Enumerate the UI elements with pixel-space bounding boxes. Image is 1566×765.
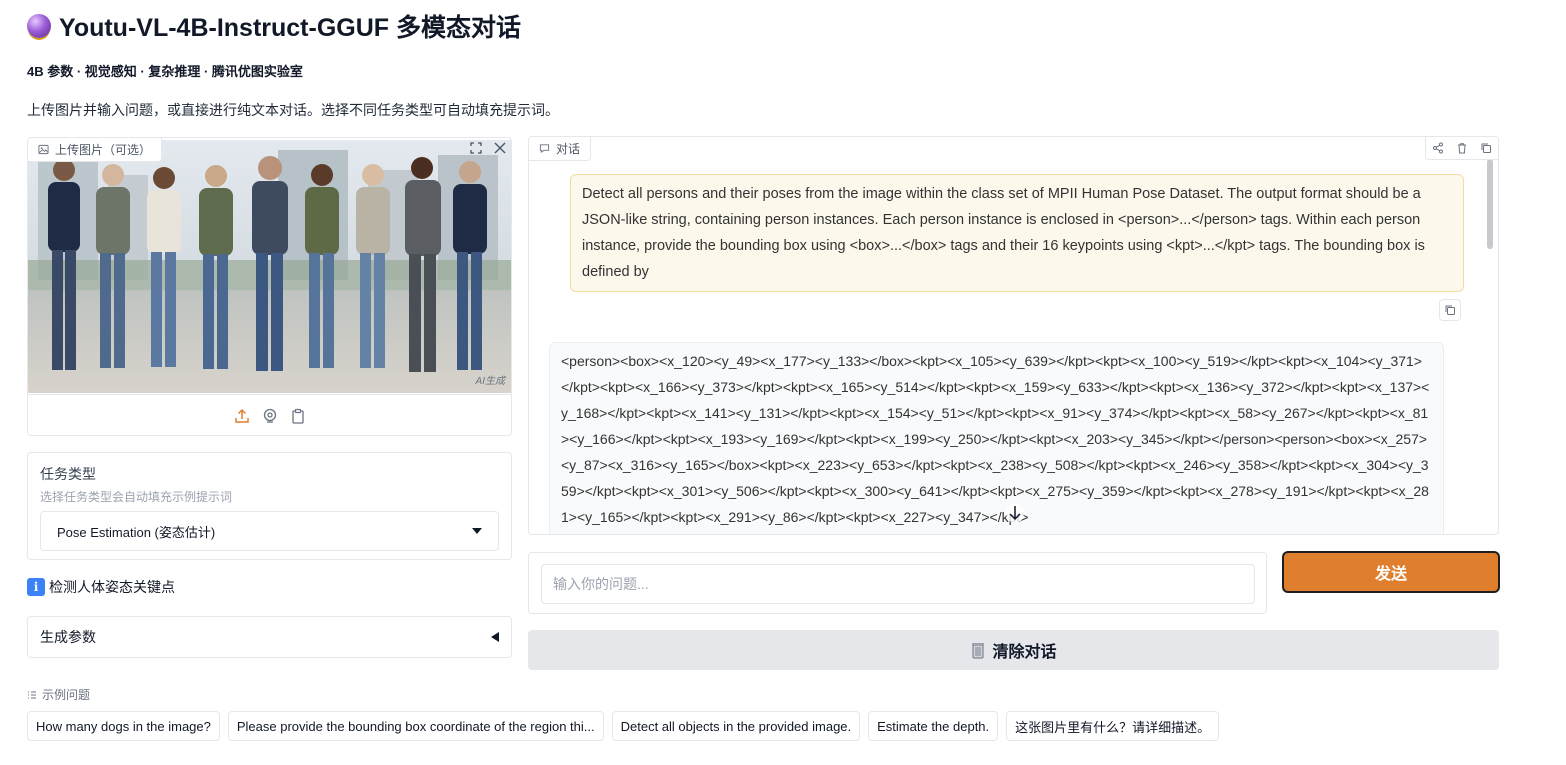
task-type-selected: Pose Estimation (姿态估计) — [57, 524, 216, 540]
example-question[interactable]: How many dogs in the image? — [27, 711, 220, 741]
image-upload-label-text: 上传图片（可选） — [55, 143, 152, 157]
ai-generated-watermark: AI生成 — [475, 376, 505, 387]
page-subtitle: 4B 参数 · 视觉感知 · 复杂推理 · 腾讯优图实验室 — [27, 64, 303, 79]
task-type-hint: 选择任务类型会自动填充示例提示词 — [40, 490, 233, 504]
examples-label-text: 示例问题 — [42, 688, 91, 702]
chatbot-panel: 对话 Detect all persons and their poses fr… — [528, 136, 1499, 535]
clipboard-icon[interactable] — [290, 408, 306, 424]
copy-message-button[interactable] — [1439, 299, 1461, 321]
image-upload-label: 上传图片（可选） — [28, 138, 163, 162]
page-title-text: Youtu-VL-4B-Instruct-GGUF 多模态对话 — [59, 14, 521, 42]
list-icon — [28, 691, 36, 698]
image-upload-panel[interactable]: 上传图片（可选） AI生成 — [27, 137, 512, 436]
trash-icon — [972, 643, 985, 659]
task-type-label: 任务类型 — [40, 466, 96, 482]
task-info: i 检测人体姿态关键点 — [27, 577, 175, 597]
page-description: 上传图片并输入问题，或直接进行纯文本对话。选择不同任务类型可自动填充提示词。 — [27, 102, 559, 118]
share-icon[interactable] — [1426, 137, 1450, 159]
clear-chat-label: 清除对话 — [992, 644, 1057, 661]
user-message: Detect all persons and their poses from … — [570, 174, 1464, 292]
image-icon — [38, 144, 49, 155]
chat-label: 对话 — [529, 137, 592, 161]
fullscreen-icon[interactable] — [469, 141, 483, 155]
copy-all-icon[interactable] — [1474, 137, 1498, 159]
chat-bubble-icon — [539, 144, 550, 154]
examples-label: 示例问题 — [27, 686, 90, 703]
copy-icon — [1445, 305, 1455, 315]
example-question[interactable]: Estimate the depth. — [868, 711, 999, 741]
image-source-toolbar — [28, 394, 511, 435]
send-button[interactable]: 发送 — [1282, 551, 1500, 593]
uploaded-image: AI生成 — [28, 140, 511, 393]
task-type-dropdown[interactable]: Pose Estimation (姿态估计) — [40, 511, 499, 551]
crystal-ball-icon — [27, 14, 51, 38]
chat-label-text: 对话 — [556, 142, 581, 156]
example-question[interactable]: 这张图片里有什么？请详细描述。 — [1006, 711, 1220, 741]
generation-params-accordion[interactable]: 生成参数 — [27, 616, 512, 658]
collapse-arrow-icon — [491, 632, 499, 642]
chat-scrollbar[interactable] — [1487, 159, 1493, 249]
examples-list: How many dogs in the image? Please provi… — [27, 711, 1220, 741]
task-info-text: 检测人体姿态关键点 — [49, 579, 175, 595]
chat-actions — [1425, 137, 1498, 160]
message-input[interactable] — [541, 564, 1255, 604]
task-type-panel: 任务类型 选择任务类型会自动填充示例提示词 Pose Estimation (姿… — [27, 452, 512, 560]
message-input-panel — [528, 552, 1267, 614]
close-icon[interactable] — [493, 141, 507, 155]
image-corner-controls — [469, 141, 507, 155]
webcam-icon[interactable] — [262, 408, 278, 424]
example-question[interactable]: Detect all objects in the provided image… — [611, 711, 861, 741]
page-title: Youtu-VL-4B-Instruct-GGUF 多模态对话 — [27, 8, 521, 44]
example-question[interactable]: Please provide the bounding box coordina… — [227, 711, 604, 741]
upload-icon[interactable] — [234, 408, 250, 424]
group-photo-illustration — [28, 140, 511, 393]
clear-chat-button[interactable]: 清除对话 — [528, 630, 1499, 670]
bot-message: <person><box><x_120><y_49><x_177><y_133>… — [549, 342, 1444, 534]
trash-icon[interactable] — [1450, 137, 1474, 159]
generation-params-label: 生成参数 — [40, 629, 96, 645]
chevron-down-icon — [472, 528, 482, 534]
scroll-down-icon[interactable] — [1006, 503, 1024, 523]
info-icon: i — [27, 578, 45, 596]
